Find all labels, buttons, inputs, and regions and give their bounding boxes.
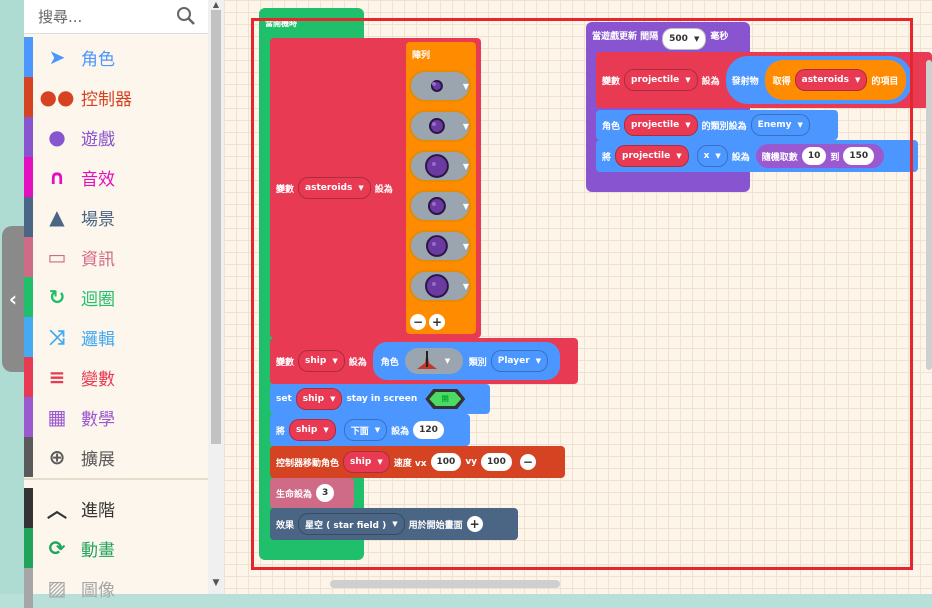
search-input[interactable]: [36, 4, 170, 30]
sync-icon: ⟳: [48, 536, 66, 560]
category-label: 進階: [81, 500, 115, 521]
list-icon: ≡: [48, 365, 66, 389]
category-gamepad[interactable]: ●● 控制器: [24, 77, 208, 117]
category-list[interactable]: ≡ 變數: [24, 357, 208, 397]
category-color-bar: [24, 317, 33, 357]
workspace-horizontal-scrollbar[interactable]: [330, 580, 560, 588]
shuffle-icon: ⤨: [49, 325, 65, 349]
category-tree[interactable]: ▲ 場景: [24, 197, 208, 237]
category-shuffle[interactable]: ⤨ 邏輯: [24, 317, 208, 357]
category-color-bar: [24, 197, 33, 237]
category-paper-plane[interactable]: ➤ 角色: [24, 37, 208, 77]
category-color-bar: [24, 37, 33, 77]
category-color-bar: [24, 437, 33, 477]
category-headphones[interactable]: ∩ 音效: [24, 157, 208, 197]
category-sync[interactable]: ⟳ 動畫: [24, 528, 208, 568]
category-label: 動畫: [81, 540, 115, 561]
collapse-sidebar-button[interactable]: ‹: [2, 226, 24, 372]
category-circle[interactable]: ● 遊戲: [24, 117, 208, 157]
gamepad-icon: ●●: [39, 85, 75, 109]
category-color-bar: [24, 117, 33, 157]
toolbox-divider: [24, 478, 208, 480]
category-color-bar: [24, 357, 33, 397]
category-id-card[interactable]: ▭ 資訊: [24, 237, 208, 277]
category-refresh[interactable]: ↻ 迴圈: [24, 277, 208, 317]
category-chevron-up[interactable]: ︿ 進階: [24, 488, 208, 528]
category-color-bar: [24, 77, 33, 117]
category-color-bar: [24, 397, 33, 437]
category-label: 邏輯: [81, 329, 115, 350]
workspace-vertical-scrollbar[interactable]: [926, 60, 932, 370]
category-color-bar: [24, 237, 33, 277]
category-label: 角色: [81, 49, 115, 70]
chevron-up-icon: ︿: [47, 497, 67, 522]
headphones-icon: ∩: [48, 165, 66, 189]
category-plus-circle[interactable]: ⊕ 擴展: [24, 437, 208, 477]
category-image[interactable]: ▨ 圖像: [24, 568, 208, 608]
search-box: [24, 0, 208, 34]
category-color-bar: [24, 568, 33, 608]
category-calculator[interactable]: ▦ 數學: [24, 397, 208, 437]
paper-plane-icon: ➤: [48, 45, 66, 69]
circle-icon: ●: [48, 125, 66, 149]
category-color-bar: [24, 528, 33, 568]
category-label: 擴展: [81, 449, 115, 470]
category-label: 資訊: [81, 249, 115, 270]
category-color-bar: [24, 277, 33, 317]
tree-icon: ▲: [49, 205, 65, 229]
refresh-icon: ↻: [48, 285, 66, 309]
category-label: 場景: [81, 209, 115, 230]
category-label: 變數: [81, 369, 115, 390]
search-icon[interactable]: [176, 6, 196, 26]
scroll-down-arrow-icon[interactable]: ▼: [209, 578, 223, 590]
calculator-icon: ▦: [47, 405, 67, 429]
category-label: 迴圈: [81, 289, 115, 310]
category-label: 遊戲: [81, 129, 115, 150]
image-icon: ▨: [47, 576, 67, 600]
toolbox-scroll-thumb[interactable]: [211, 10, 221, 444]
category-color-bar: [24, 488, 33, 528]
category-label: 控制器: [81, 89, 132, 110]
category-label: 圖像: [81, 580, 115, 601]
scroll-up-arrow-icon[interactable]: ▲: [209, 0, 223, 9]
id-card-icon: ▭: [47, 245, 67, 269]
chevron-left-icon: ‹: [8, 287, 18, 311]
category-label: 數學: [81, 409, 115, 430]
plus-circle-icon: ⊕: [48, 445, 66, 469]
highlight-frame: [251, 18, 913, 570]
category-label: 音效: [81, 169, 115, 190]
category-color-bar: [24, 157, 33, 197]
